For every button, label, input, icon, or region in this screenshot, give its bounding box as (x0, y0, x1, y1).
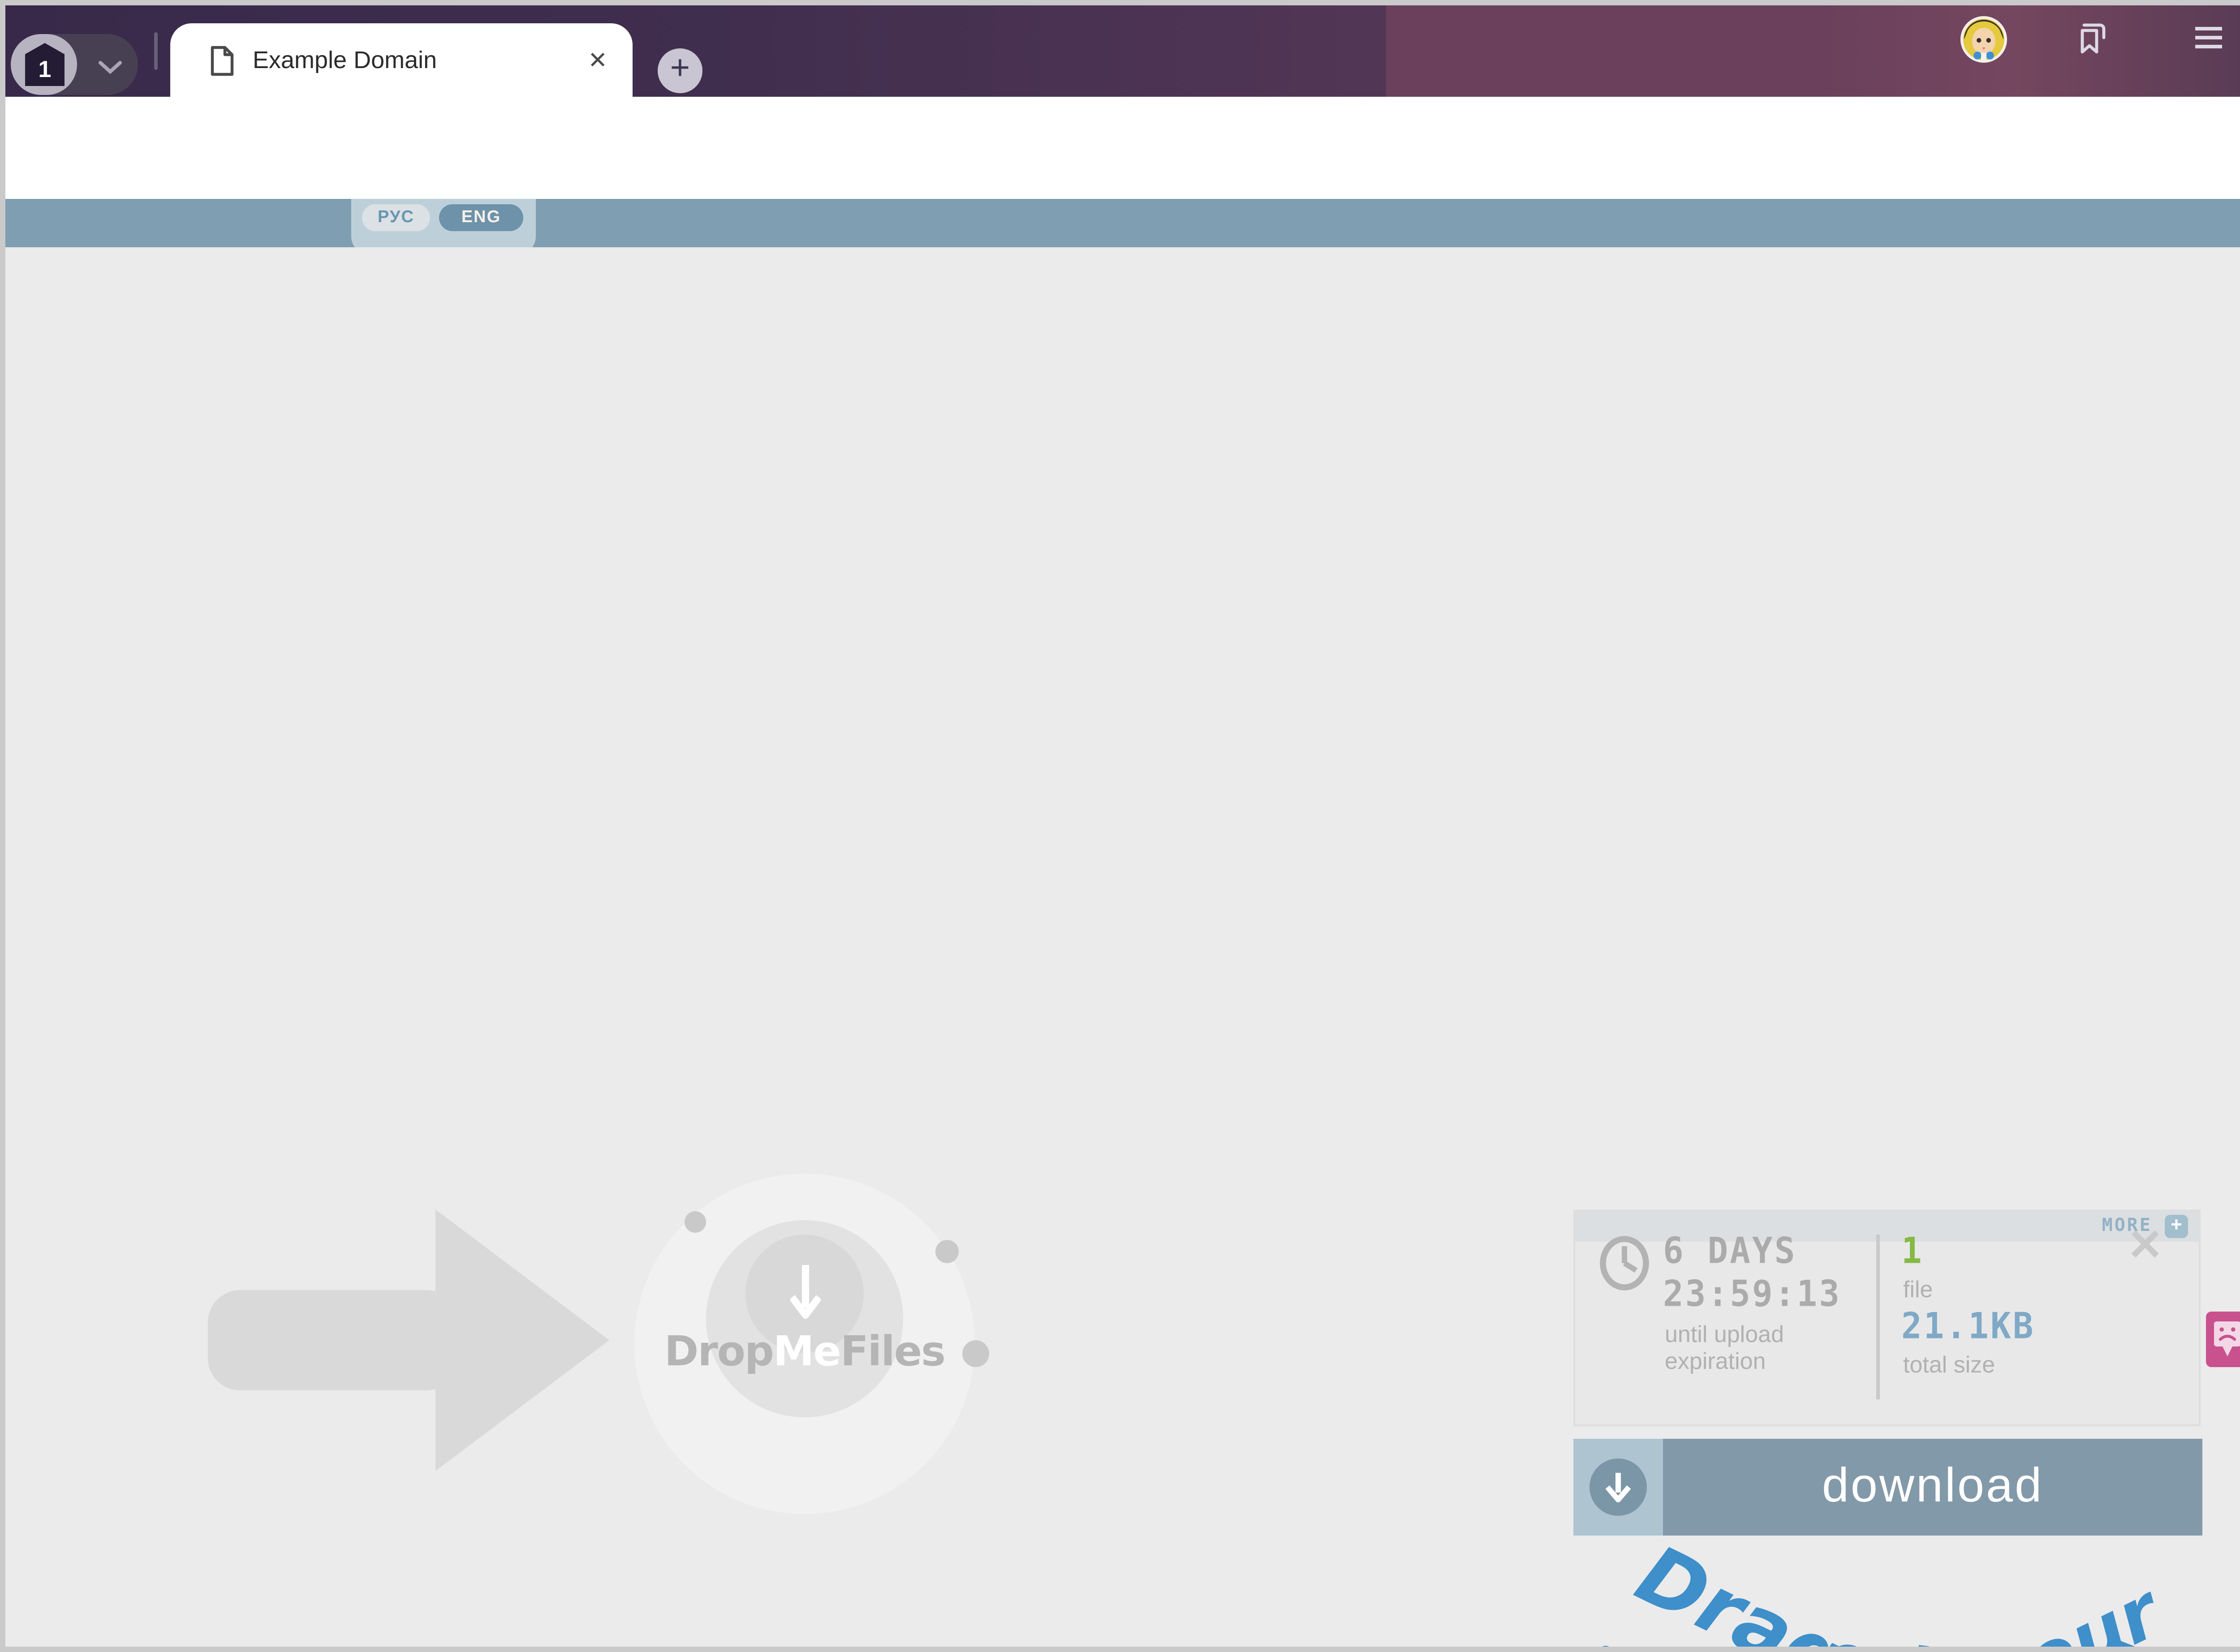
upload-arrow-head (435, 1209, 609, 1471)
language-switcher: РУС ENG (351, 199, 536, 254)
total-size: 21.1KB (1901, 1306, 2035, 1347)
lang-rus-button[interactable]: РУС (362, 204, 430, 231)
chevron-down-icon[interactable] (97, 59, 124, 75)
panel-divider (1876, 1235, 1880, 1399)
logo-dot (685, 1211, 706, 1233)
active-tab[interactable]: Example Domain ✕ (170, 23, 633, 97)
more-plus-icon[interactable]: + (2165, 1215, 2188, 1238)
download-button-label[interactable]: download (1663, 1439, 2202, 1536)
upload-arrow-graphic (208, 1290, 459, 1390)
browser-window: 1 Example Domain ✕ + (5, 5, 2240, 1647)
toolbar: ← Я ↻ example.com Example Domain ⋮ (5, 97, 2240, 199)
avatar[interactable] (1960, 16, 2007, 63)
total-size-label: total size (1903, 1351, 1995, 1378)
page-body: DropMeFiles 6 DAYS 23:59:13 until upload… (5, 247, 2240, 1647)
lang-eng-button[interactable]: ENG (439, 204, 523, 231)
download-circle (1590, 1458, 1647, 1516)
tab-counter: 1 (11, 34, 77, 95)
complaint-badge[interactable] (2206, 1312, 2240, 1367)
logo-files: Files (840, 1329, 945, 1376)
drag-hint-arrow (1591, 1623, 2174, 1647)
site-header-strip (5, 199, 2240, 247)
file-count: 1 (1901, 1231, 1924, 1272)
expiry-days: 6 DAYS (1663, 1231, 1797, 1272)
tab-count: 1 (39, 47, 52, 82)
download-button-icon-cell[interactable] (1573, 1439, 1663, 1536)
upload-info-panel: 6 DAYS 23:59:13 until upload expiration … (1573, 1209, 2201, 1426)
clock-icon (1598, 1235, 1650, 1292)
download-button[interactable]: download (1573, 1439, 2202, 1536)
panels-icon[interactable] (2073, 20, 2111, 57)
screenshot-frame: 1 Example Domain ✕ + (0, 0, 2240, 1652)
tabbar-divider (154, 32, 158, 70)
more-label[interactable]: MORE (2102, 1211, 2152, 1242)
download-arrow-icon (1606, 1471, 1631, 1505)
expiry-label-1: until upload (1665, 1321, 1784, 1347)
sad-face-bubble-icon (2213, 1321, 2240, 1358)
tab-close-icon[interactable]: ✕ (588, 23, 607, 97)
logo-me: Me (773, 1329, 840, 1376)
logo-drop: Drop (664, 1329, 773, 1376)
expiry-label-2: expiration (1665, 1347, 1766, 1374)
tab-title: Example Domain (253, 23, 437, 97)
dropmefiles-logo: DropMeFiles (634, 1329, 975, 1376)
new-tab-button[interactable]: + (658, 48, 702, 93)
drop-arrow-icon (790, 1261, 821, 1326)
tab-groups-icon: 1 (25, 43, 65, 86)
menu-icon[interactable] (2195, 27, 2222, 52)
expiry-countdown: 23:59:13 (1663, 1274, 1841, 1315)
page-icon (210, 45, 235, 77)
tab-bar: 1 Example Domain ✕ + (5, 5, 2240, 97)
file-count-label: file (1903, 1276, 1933, 1303)
logo-dot (935, 1240, 959, 1263)
tab-groups-button[interactable]: 1 (11, 34, 138, 95)
